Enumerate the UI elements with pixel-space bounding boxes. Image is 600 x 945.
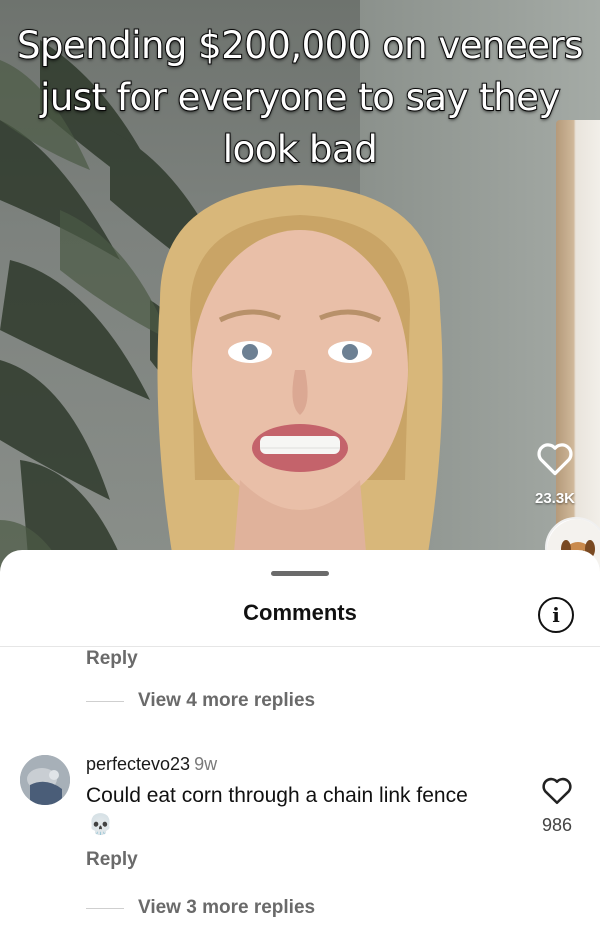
info-icon[interactable]: i [538, 597, 574, 633]
info-glyph: i [552, 603, 560, 627]
skull-emoji: 💀 [88, 814, 113, 836]
video-like-group[interactable]: 23.3K [520, 440, 590, 507]
comment-text: Could eat corn through a chain link fenc… [86, 784, 468, 807]
sheet-divider [0, 646, 600, 647]
view-more-replies-button[interactable]: View 4 more replies [86, 690, 315, 712]
video-caption: Spending $200,000 on veneers just for ev… [16, 23, 584, 172]
sheet-title: Comments [243, 600, 357, 625]
comment-like-count: 986 [541, 815, 573, 835]
background-frame [556, 120, 600, 580]
video-like-count: 23.3K [534, 490, 576, 507]
video-player[interactable]: Spending $200,000 on veneers just for ev… [0, 0, 600, 580]
heart-outline-icon[interactable] [540, 774, 574, 806]
view-more-replies-button[interactable]: View 3 more replies [86, 897, 315, 919]
heart-outline-icon[interactable] [535, 440, 575, 476]
comments-sheet: Comments i Reply View 4 more replies per… [0, 550, 600, 945]
view-more-replies-label: View 4 more replies [138, 690, 316, 711]
comment-time: 9w [194, 754, 218, 774]
view-more-replies-label: View 3 more replies [138, 897, 316, 918]
reply-button[interactable]: Reply [86, 648, 138, 670]
sheet-drag-handle[interactable] [271, 571, 329, 576]
reply-button[interactable]: Reply [86, 849, 138, 871]
person-figure [157, 185, 443, 580]
avatar[interactable] [20, 755, 70, 805]
comment-username[interactable]: perfectevo23 [86, 754, 190, 774]
thread-line [86, 700, 124, 702]
thread-line [86, 907, 124, 909]
comment-author[interactable]: perfectevo23 9w [86, 754, 217, 775]
